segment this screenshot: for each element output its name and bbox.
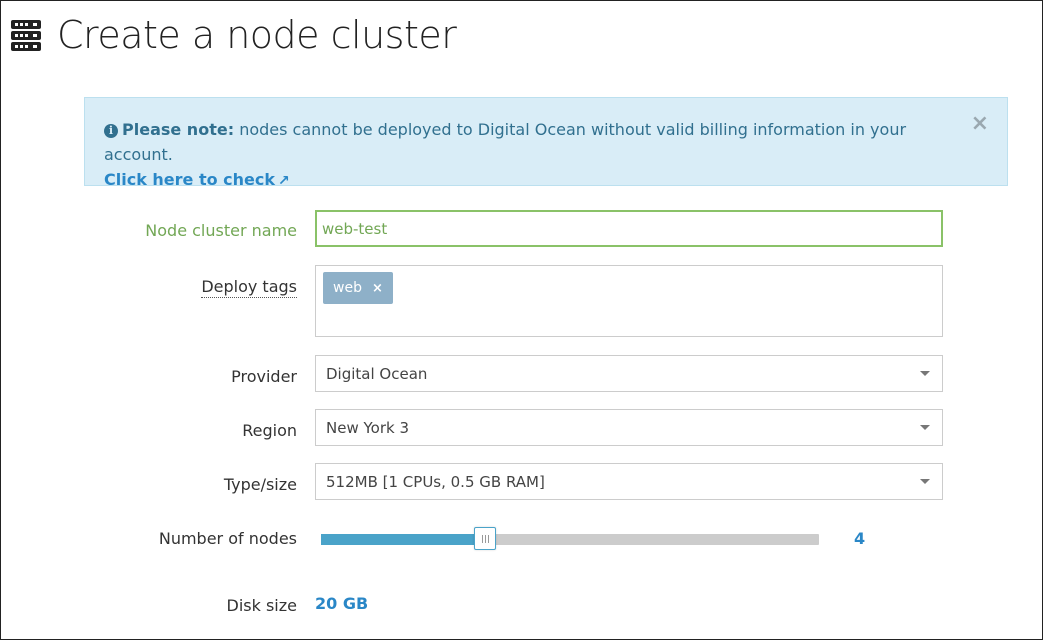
server-icon xyxy=(11,18,41,52)
check-billing-link[interactable]: Click here to check ↗ xyxy=(104,170,290,189)
billing-alert: i Please note: nodes cannot be deployed t… xyxy=(84,97,1008,189)
external-link-icon: ↗ xyxy=(278,173,290,189)
type-size-select[interactable]: 512MB [1 CPUs, 0.5 GB RAM] xyxy=(315,463,943,500)
provider-label: Provider xyxy=(231,367,297,386)
page-header: Create a node cluster xyxy=(11,10,457,60)
region-label: Region xyxy=(242,421,297,440)
nodes-slider-handle[interactable] xyxy=(474,527,497,550)
chevron-down-icon xyxy=(920,479,930,484)
chevron-down-icon xyxy=(920,425,930,430)
tag-chip-label: web xyxy=(333,280,362,296)
alert-strong-text: Please note: xyxy=(122,120,235,139)
cluster-name-input[interactable]: web-test xyxy=(315,210,943,247)
cluster-name-label: Node cluster name xyxy=(145,221,297,240)
chevron-down-icon xyxy=(920,371,930,376)
tag-chip: web × xyxy=(323,272,393,304)
close-alert-button[interactable]: × xyxy=(971,113,989,135)
page-title: Create a node cluster xyxy=(57,13,457,57)
region-selected-value: New York 3 xyxy=(326,418,409,437)
provider-selected-value: Digital Ocean xyxy=(326,364,428,383)
disk-size-value: 20 GB xyxy=(315,594,369,613)
cluster-name-value: web-test xyxy=(322,219,388,238)
type-size-selected-value: 512MB [1 CPUs, 0.5 GB RAM] xyxy=(326,472,545,491)
nodes-slider-fill xyxy=(321,534,486,545)
check-billing-link-label: Click here to check xyxy=(104,170,276,189)
grip-icon xyxy=(481,534,489,543)
nodes-label: Number of nodes xyxy=(158,529,297,548)
remove-tag-button[interactable]: × xyxy=(372,281,383,296)
type-size-label: Type/size xyxy=(223,475,297,494)
deploy-tags-label: Deploy tags xyxy=(201,277,297,298)
deploy-tags-input[interactable]: web × xyxy=(315,265,943,337)
region-select[interactable]: New York 3 xyxy=(315,409,943,446)
disk-size-label: Disk size xyxy=(226,596,297,615)
info-icon: i xyxy=(104,124,118,138)
nodes-slider[interactable] xyxy=(321,527,819,550)
provider-select[interactable]: Digital Ocean xyxy=(315,355,943,392)
nodes-value: 4 xyxy=(854,529,866,548)
